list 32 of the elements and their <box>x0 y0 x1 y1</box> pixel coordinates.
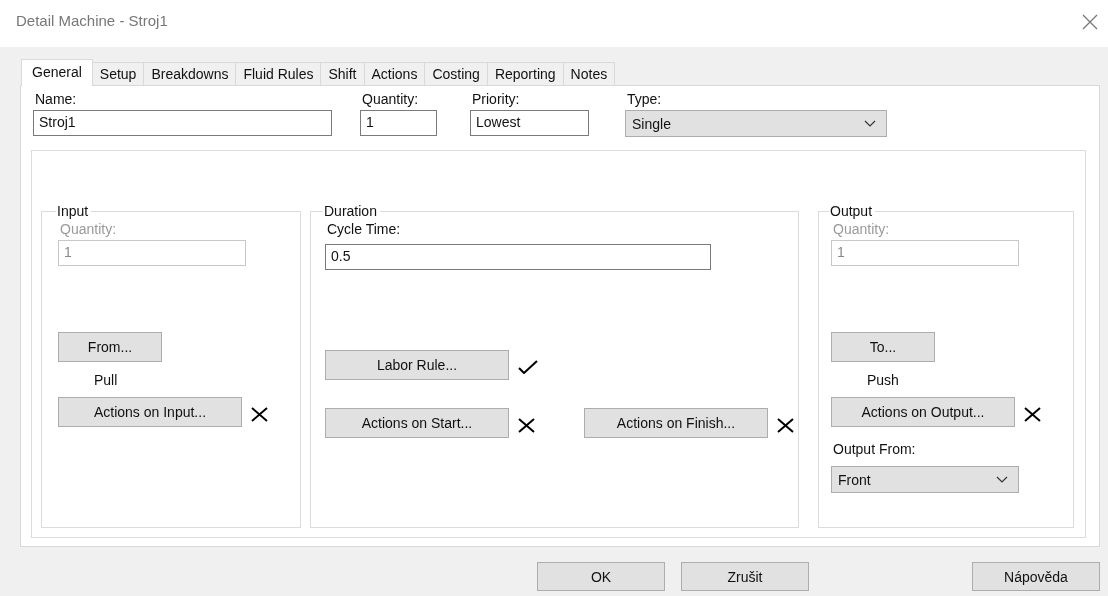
field-label: Quantity: <box>832 220 890 238</box>
field-label: Priority: <box>471 90 521 108</box>
field-label: Output From: <box>832 440 916 458</box>
field-label: Quantity: <box>361 90 420 108</box>
dialog-button[interactable]: Nápověda <box>972 562 1100 591</box>
group-title: Input <box>56 203 92 220</box>
group-title: Output <box>829 203 876 220</box>
labor-rule-button[interactable]: Labor Rule... <box>325 350 509 380</box>
cycle-time-field[interactable]: 0.5 <box>325 244 711 270</box>
tab[interactable]: Reporting <box>486 62 564 85</box>
field-label: Type: <box>626 90 663 108</box>
tab[interactable]: Costing <box>424 62 488 85</box>
name-field[interactable]: Stroj1 <box>33 110 332 136</box>
type-dropdown[interactable]: Single <box>625 110 887 137</box>
tab[interactable]: Setup <box>91 62 145 85</box>
dialog-button[interactable]: Zrušit <box>681 562 809 591</box>
route-mode: Push <box>867 371 899 389</box>
field-label: Cycle Time: <box>326 220 401 238</box>
actions-button[interactable]: Actions on Start... <box>325 408 509 438</box>
dialog-button[interactable]: OK <box>537 562 665 591</box>
chevron-icon <box>996 476 1008 483</box>
window-title: Detail Machine - Stroj1 <box>16 12 168 29</box>
field-label: Name: <box>34 90 78 108</box>
quantity-field[interactable]: 1 <box>360 110 437 136</box>
close-icon[interactable] <box>1082 13 1098 30</box>
tab[interactable]: General <box>21 59 93 86</box>
tab[interactable]: Notes <box>562 62 616 85</box>
field-label: Quantity: <box>59 220 117 238</box>
actions-button[interactable]: Actions on Finish... <box>584 408 768 438</box>
route-mode: Pull <box>94 371 118 389</box>
priority-field[interactable]: Lowest <box>470 110 589 136</box>
chevron-icon <box>864 120 876 127</box>
